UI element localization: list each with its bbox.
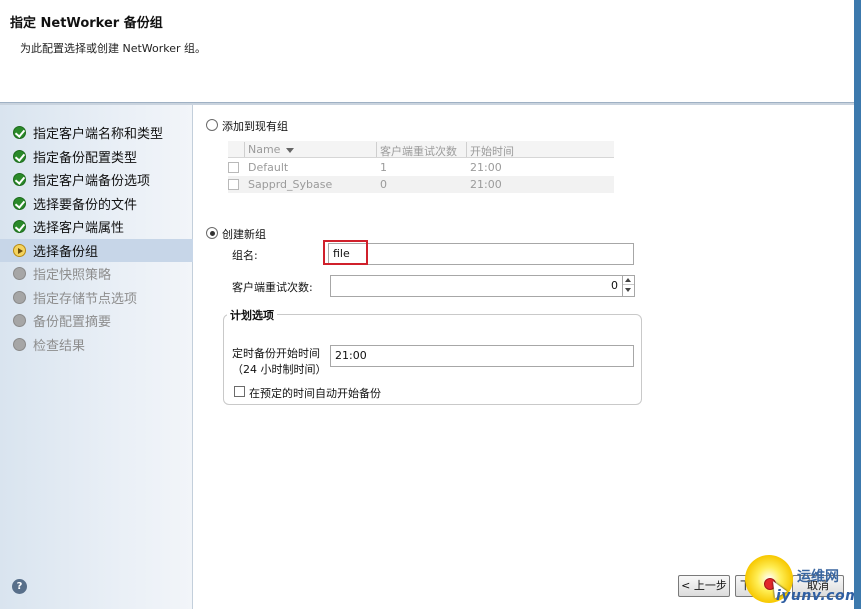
retries-label: 客户端重试次数: bbox=[232, 281, 313, 294]
check-icon bbox=[13, 220, 26, 234]
start-time-label: 定时备份开始时间 bbox=[232, 347, 320, 360]
group-name-label: 组名: bbox=[232, 249, 258, 262]
pending-dot-icon bbox=[13, 337, 26, 351]
column-divider bbox=[376, 142, 377, 157]
watermark-text: 运维网 bbox=[797, 569, 839, 585]
chevron-up-icon[interactable] bbox=[623, 275, 634, 285]
pending-dot-icon bbox=[13, 290, 26, 304]
existing-groups-table: Name 客户端重试次数 开始时间 Default 1 21:00 Sapprd… bbox=[228, 141, 614, 193]
wizard-header: 指定 NetWorker 备份组 为此配置选择或创建 NetWorker 组。 bbox=[0, 0, 861, 102]
schedule-options-legend: 计划选项 bbox=[227, 307, 277, 323]
column-divider bbox=[244, 142, 245, 157]
sort-desc-icon bbox=[286, 147, 295, 153]
step-label: 备份配置摘要 bbox=[33, 315, 112, 331]
pending-dot-icon bbox=[13, 267, 26, 281]
cell-retries: 1 bbox=[380, 161, 387, 174]
step-label: 指定存储节点选项 bbox=[33, 291, 138, 307]
retries-stepper[interactable] bbox=[622, 275, 634, 297]
cell-name: Default bbox=[248, 161, 289, 174]
column-header-start-time[interactable]: 开始时间 bbox=[470, 143, 514, 159]
column-header-name[interactable]: Name bbox=[248, 143, 295, 156]
column-header-retries[interactable]: 客户端重试次数 bbox=[380, 143, 457, 159]
help-icon[interactable]: ? bbox=[12, 579, 27, 594]
step-storage-node-options: 指定存储节点选项 bbox=[11, 286, 193, 310]
table-header: Name 客户端重试次数 开始时间 bbox=[228, 141, 614, 158]
step-label: 选择客户端属性 bbox=[33, 221, 125, 237]
cell-name: Sapprd_Sybase bbox=[248, 178, 333, 191]
step-snapshot-policy: 指定快照策略 bbox=[11, 262, 193, 286]
step-select-files: 选择要备份的文件 bbox=[11, 192, 193, 216]
step-client-properties: 选择客户端属性 bbox=[11, 215, 193, 239]
step-label: 选择要备份的文件 bbox=[33, 197, 138, 213]
step-label: 指定快照策略 bbox=[33, 268, 112, 284]
retries-input[interactable]: 0 bbox=[330, 275, 635, 297]
start-time-input[interactable]: 21:00 bbox=[330, 345, 634, 367]
group-name-input[interactable]: file bbox=[328, 243, 634, 265]
auto-start-checkbox[interactable] bbox=[234, 386, 245, 397]
page-subtitle: 为此配置选择或创建 NetWorker 组。 bbox=[20, 42, 207, 55]
step-config-summary: 备份配置摘要 bbox=[11, 309, 193, 333]
watermark-url: iyunv.com bbox=[776, 588, 861, 604]
auto-start-label: 在预定的时间自动开始备份 bbox=[249, 387, 381, 400]
step-label: 检查结果 bbox=[33, 338, 86, 354]
start-time-label-note: （24 小时制时间） bbox=[232, 363, 327, 376]
chevron-down-icon[interactable] bbox=[623, 285, 634, 295]
current-step-arrow-icon bbox=[13, 243, 26, 257]
column-divider bbox=[466, 142, 467, 157]
wizard-steps-sidebar: 指定客户端名称和类型 指定备份配置类型 指定客户端备份选项 选择要备份的文件 选… bbox=[0, 105, 193, 609]
step-label: 指定备份配置类型 bbox=[33, 150, 138, 166]
step-label: 指定客户端备份选项 bbox=[33, 174, 151, 190]
step-client-backup-options: 指定客户端备份选项 bbox=[11, 168, 193, 192]
back-button[interactable]: < 上一步 bbox=[678, 575, 730, 597]
main-panel: 添加到现有组 Name 客户端重试次数 开始时间 Default 1 21:00… bbox=[194, 105, 854, 609]
window-edge bbox=[854, 0, 861, 609]
row-checkbox[interactable] bbox=[228, 179, 239, 190]
step-backup-config-type: 指定备份配置类型 bbox=[11, 145, 193, 169]
check-icon bbox=[13, 126, 26, 140]
step-select-backup-group: 选择备份组 bbox=[0, 238, 193, 262]
page-title: 指定 NetWorker 备份组 bbox=[10, 16, 163, 31]
step-client-name-type: 指定客户端名称和类型 bbox=[11, 121, 193, 145]
pending-dot-icon bbox=[13, 314, 26, 328]
annotation-highlight-box bbox=[323, 240, 368, 265]
steps-list: 指定客户端名称和类型 指定备份配置类型 指定客户端备份选项 选择要备份的文件 选… bbox=[0, 121, 193, 357]
new-group-radio[interactable] bbox=[206, 227, 218, 239]
existing-group-radio[interactable] bbox=[206, 119, 218, 131]
cell-start-time: 21:00 bbox=[470, 161, 502, 174]
table-row[interactable]: Default 1 21:00 bbox=[228, 159, 614, 176]
check-icon bbox=[13, 196, 26, 210]
step-label: 指定客户端名称和类型 bbox=[33, 127, 164, 143]
check-icon bbox=[13, 149, 26, 163]
new-group-label: 创建新组 bbox=[222, 228, 266, 241]
retries-value: 0 bbox=[611, 279, 618, 292]
row-checkbox[interactable] bbox=[228, 162, 239, 173]
cell-start-time: 21:00 bbox=[470, 178, 502, 191]
check-icon bbox=[13, 173, 26, 187]
cell-retries: 0 bbox=[380, 178, 387, 191]
existing-group-label: 添加到现有组 bbox=[222, 120, 288, 133]
step-check-results: 检查结果 bbox=[11, 333, 193, 357]
step-label: 选择备份组 bbox=[33, 244, 99, 260]
table-row[interactable]: Sapprd_Sybase 0 21:00 bbox=[228, 176, 614, 193]
